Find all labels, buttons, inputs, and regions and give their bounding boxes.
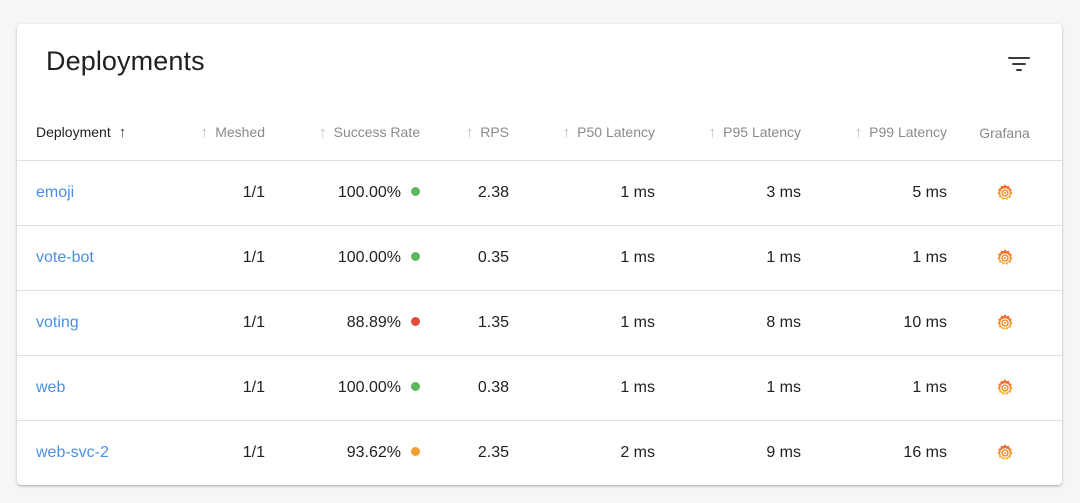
success-rate-value: 100.00%: [337, 249, 401, 266]
column-header-grafana: Grafana: [947, 105, 1062, 161]
grafana-cell: [947, 290, 1062, 356]
p50-latency-cell: 1 ms: [509, 290, 655, 356]
grafana-icon[interactable]: [994, 247, 1016, 269]
deployment-link[interactable]: web: [36, 379, 65, 396]
grafana-icon[interactable]: [994, 442, 1016, 464]
column-label: P50 Latency: [577, 124, 655, 140]
page-title: Deployments: [46, 46, 205, 76]
p50-latency-cell: 2 ms: [620, 444, 655, 461]
status-dot: [411, 317, 420, 326]
column-header-deployment[interactable]: Deployment ↑: [17, 105, 161, 161]
meshed-cell: 1/1: [161, 160, 265, 226]
deployment-cell: emoji: [17, 160, 161, 226]
rps-cell: 0.38: [420, 355, 509, 421]
deployments-table: Deployment ↑ ↑ Meshed ↑ Success Rate ↑ RPS ↑…: [17, 105, 1062, 485]
rps-cell: 0.35: [420, 225, 509, 291]
success-rate-cell: 100.00%: [265, 355, 420, 421]
p95-latency-cell: 1 ms: [655, 225, 801, 291]
table-row: voting 1/1 88.89% 1.35 1 ms 8 ms 10 ms: [17, 290, 1062, 356]
grafana-icon[interactable]: [994, 312, 1016, 334]
column-header-success-rate[interactable]: ↑ Success Rate: [265, 105, 420, 161]
success-rate-cell: 88.89%: [265, 290, 420, 356]
arrow-up-icon: ↑: [200, 124, 209, 141]
grafana-cell: [947, 160, 1062, 226]
grafana-cell: [947, 225, 1062, 291]
deployment-cell: vote-bot: [17, 225, 161, 291]
rps-cell: 2.38: [420, 160, 509, 226]
success-rate-cell: 100.00%: [265, 225, 420, 291]
column-label: Deployment: [36, 124, 111, 140]
status-dot: [411, 252, 420, 261]
table-row: vote-bot 1/1 100.00% 0.35 1 ms 1 ms 1 ms: [17, 225, 1062, 291]
arrow-up-icon: ↑: [854, 124, 863, 141]
p95-latency-cell: 9 ms: [766, 444, 801, 461]
table-row: web 1/1 100.00% 0.38 1 ms 1 ms 1 ms: [17, 355, 1062, 421]
rps-cell: 2.35: [477, 444, 509, 461]
rps-cell: 1.35: [420, 290, 509, 356]
column-label: Success Rate: [333, 124, 420, 140]
meshed-cell: 1/1: [161, 355, 265, 421]
success-rate-value: 88.89%: [346, 314, 401, 331]
status-dot: [411, 447, 420, 456]
table-header-row: Deployment ↑ ↑ Meshed ↑ Success Rate ↑ RPS ↑…: [17, 105, 1062, 161]
deployment-cell: web: [17, 355, 161, 421]
p50-latency-cell: 1 ms: [509, 225, 655, 291]
p99-latency-cell: 5 ms: [801, 160, 947, 226]
p95-latency-cell: 3 ms: [655, 160, 801, 226]
deployment-link[interactable]: emoji: [36, 184, 74, 201]
p99-latency-cell: 1 ms: [801, 225, 947, 291]
p95-latency-cell: 8 ms: [655, 290, 801, 356]
grafana-icon[interactable]: [994, 182, 1016, 204]
deployments-card: Deployments Deployment ↑ ↑ Meshed ↑ Succ…: [17, 24, 1062, 485]
p50-latency-cell: 1 ms: [509, 160, 655, 226]
column-header-rps[interactable]: ↑ RPS: [420, 105, 509, 161]
table-row: web-svc-2 1/1 93.62% 2.35 2 ms 9 ms 16 m…: [17, 421, 1062, 486]
grafana-cell: [947, 421, 1062, 486]
p50-latency-cell: 1 ms: [509, 355, 655, 421]
column-label: RPS: [480, 124, 509, 140]
arrow-up-icon: ↑: [562, 124, 571, 141]
arrow-up-icon: ↑: [319, 124, 327, 141]
filter-list-icon: [1008, 55, 1030, 73]
column-header-p95-latency[interactable]: ↑ P95 Latency: [655, 105, 801, 161]
p95-latency-cell: 1 ms: [655, 355, 801, 421]
meshed-cell: 1/1: [242, 444, 265, 461]
column-label: P99 Latency: [869, 124, 947, 140]
deployment-link[interactable]: vote-bot: [36, 249, 94, 266]
p99-latency-cell: 16 ms: [903, 444, 947, 461]
arrow-up-icon: ↑: [708, 124, 717, 141]
success-rate-value: 93.62%: [346, 444, 401, 461]
arrow-up-icon: ↑: [465, 124, 474, 141]
column-header-meshed[interactable]: ↑ Meshed: [161, 105, 265, 161]
grafana-cell: [947, 355, 1062, 421]
deployment-cell: voting: [17, 290, 161, 356]
p99-latency-cell: 10 ms: [801, 290, 947, 356]
deployment-link[interactable]: voting: [36, 314, 79, 331]
success-rate-cell: 93.62%: [265, 421, 420, 486]
arrow-up-icon: ↑: [118, 124, 127, 141]
status-dot: [411, 382, 420, 391]
deployment-link[interactable]: web-svc-2: [36, 444, 109, 461]
column-label: Meshed: [215, 124, 265, 140]
grafana-icon[interactable]: [994, 377, 1016, 399]
p99-latency-cell: 1 ms: [801, 355, 947, 421]
column-header-p50-latency[interactable]: ↑ P50 Latency: [509, 105, 655, 161]
column-header-p99-latency[interactable]: ↑ P99 Latency: [801, 105, 947, 161]
column-label: Grafana: [979, 124, 1030, 141]
meshed-cell: 1/1: [161, 225, 265, 291]
table-row: emoji 1/1 100.00% 2.38 1 ms 3 ms 5 ms: [17, 160, 1062, 226]
success-rate-cell: 100.00%: [265, 160, 420, 226]
column-label: P95 Latency: [723, 124, 801, 140]
filter-button[interactable]: [997, 49, 1041, 79]
success-rate-value: 100.00%: [337, 184, 401, 201]
status-dot: [411, 187, 420, 196]
meshed-cell: 1/1: [161, 290, 265, 356]
success-rate-value: 100.00%: [337, 379, 401, 396]
deployment-cell: web-svc-2: [17, 421, 161, 486]
